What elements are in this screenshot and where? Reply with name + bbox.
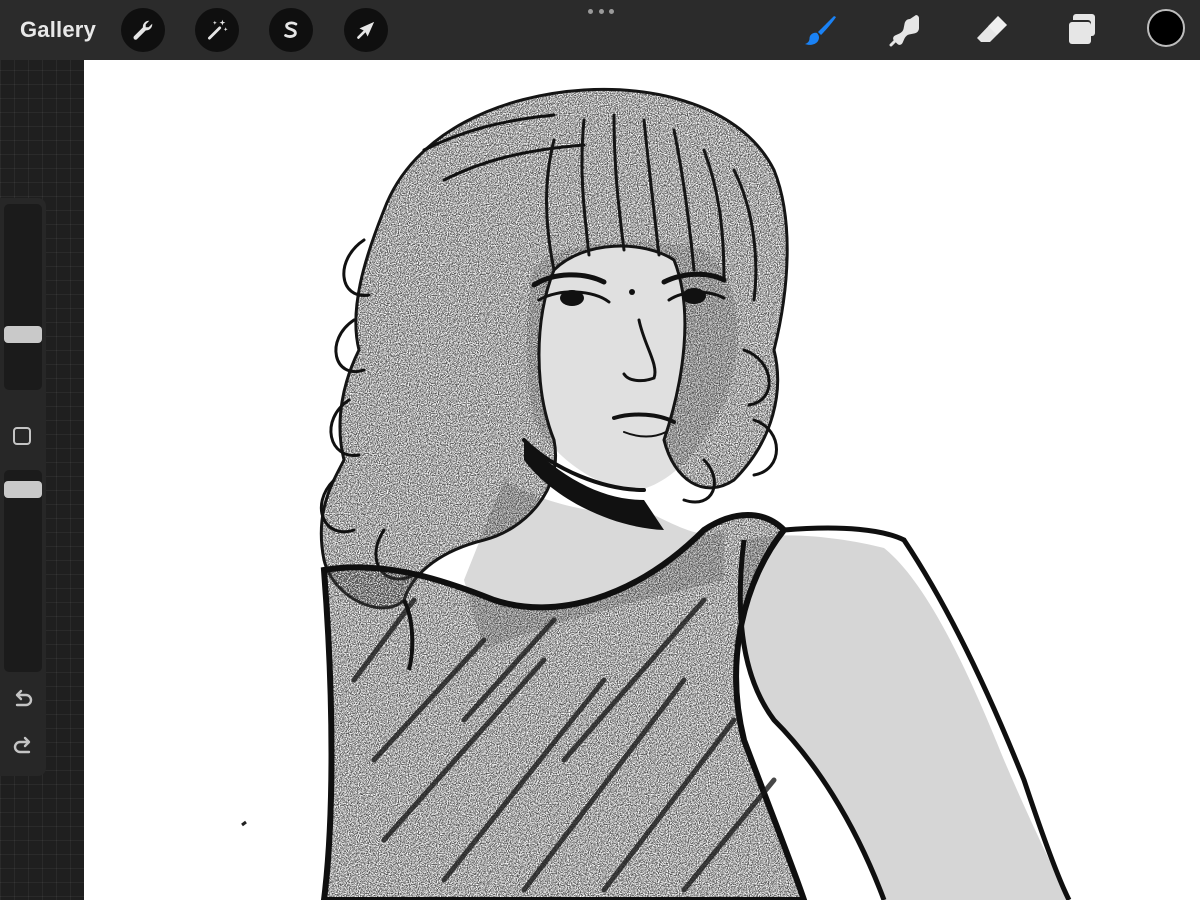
artwork <box>241 87 1072 900</box>
adjustments-button[interactable] <box>195 8 239 52</box>
layers-button[interactable] <box>1061 10 1101 50</box>
brush-icon <box>805 16 836 45</box>
arrow-cursor-icon <box>357 21 375 39</box>
top-toolbar: Gallery <box>0 0 1200 60</box>
redo-icon <box>13 736 31 754</box>
smudge-icon <box>889 15 919 47</box>
undo-icon <box>15 689 33 707</box>
more-options-handle[interactable] <box>588 6 614 16</box>
redo-button[interactable] <box>10 735 36 757</box>
modify-button[interactable] <box>13 427 31 445</box>
undo-button[interactable] <box>10 688 36 710</box>
gallery-button[interactable]: Gallery <box>20 16 96 44</box>
actions-button[interactable] <box>121 8 165 52</box>
brush-tool-button[interactable] <box>800 10 840 50</box>
brush-size-thumb[interactable] <box>4 326 42 343</box>
color-swatch-button[interactable] <box>1147 9 1185 47</box>
layers-icon <box>1067 14 1095 44</box>
opacity-slider[interactable] <box>4 470 42 672</box>
magic-wand-icon <box>208 19 228 40</box>
selection-s-icon <box>284 21 298 38</box>
selection-button[interactable] <box>269 8 313 52</box>
opacity-thumb[interactable] <box>4 481 42 498</box>
left-sidebar <box>0 198 46 776</box>
transform-button[interactable] <box>344 8 388 52</box>
eraser-tool-button[interactable] <box>972 10 1012 50</box>
eraser-icon <box>977 16 1007 42</box>
smudge-tool-button[interactable] <box>884 10 924 50</box>
wrench-icon <box>133 20 153 40</box>
brush-size-slider[interactable] <box>4 204 42 390</box>
drawing-canvas[interactable] <box>84 60 1200 900</box>
